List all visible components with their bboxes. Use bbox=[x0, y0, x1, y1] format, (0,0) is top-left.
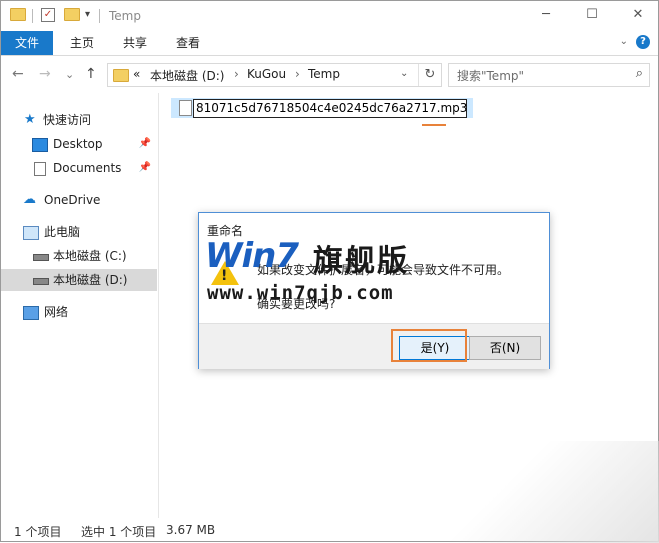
address-bar[interactable]: « 本地磁盘 (D:) › KuGou › Temp ⌄ ↻ bbox=[107, 63, 442, 87]
selected-size: 3.67 MB bbox=[166, 523, 216, 537]
nav-label: 本地磁盘 (C:) bbox=[53, 249, 127, 263]
rename-input[interactable]: 81071c5d76718504c4e0245dc76a2717.mp3 bbox=[193, 99, 467, 118]
tab-file[interactable]: 文件 bbox=[1, 31, 53, 55]
help-icon[interactable]: ? bbox=[636, 35, 650, 49]
navigation-bar: ← → ⌄ ↑ « 本地磁盘 (D:) › KuGou › Temp ⌄ ↻ 搜… bbox=[1, 56, 658, 92]
network-icon bbox=[23, 306, 39, 320]
tab-view[interactable]: 查看 bbox=[165, 31, 211, 55]
divider bbox=[32, 9, 33, 23]
nav-label: 本地磁盘 (D:) bbox=[53, 273, 128, 287]
nav-documents[interactable]: Documents 📌 bbox=[1, 157, 157, 179]
yes-button-highlight bbox=[391, 329, 467, 362]
ribbon-tabs: 文件 主页 共享 查看 ⌄ ? bbox=[1, 31, 658, 56]
up-arrow-icon[interactable]: ↑ bbox=[85, 66, 97, 82]
selected-count: 选中 1 个项目 bbox=[81, 525, 157, 539]
nav-label: 快速访问 bbox=[43, 113, 92, 127]
highlight-underline bbox=[422, 124, 446, 126]
new-folder-icon[interactable] bbox=[64, 8, 80, 21]
breadcrumb-separator[interactable]: › bbox=[234, 67, 239, 81]
quick-access-toolbar-dropdown[interactable]: ▾ bbox=[85, 9, 90, 20]
maximize-button[interactable]: ☐ bbox=[569, 1, 615, 31]
breadcrumb-kugou[interactable]: KuGou bbox=[247, 67, 286, 81]
refresh-icon[interactable]: ↻ bbox=[418, 64, 441, 86]
nav-this-pc[interactable]: 此电脑 bbox=[1, 221, 157, 243]
search-icon: ⌕ bbox=[635, 66, 643, 81]
address-dropdown-icon[interactable]: ⌄ bbox=[400, 68, 408, 79]
star-icon: ★ bbox=[24, 112, 36, 127]
nav-label: 网络 bbox=[44, 305, 69, 319]
search-box[interactable]: 搜索"Temp" ⌕ bbox=[448, 63, 650, 87]
navigation-pane: ★ 快速访问 Desktop 📌 Documents 📌 ☁ OneDrive … bbox=[1, 93, 159, 518]
window-title: Temp bbox=[109, 9, 141, 23]
minimize-button[interactable]: ─ bbox=[523, 1, 569, 31]
close-button[interactable]: ✕ bbox=[615, 1, 659, 31]
properties-icon[interactable]: ✓ bbox=[41, 8, 55, 22]
no-button[interactable]: 否(N) bbox=[469, 336, 541, 360]
nav-network[interactable]: 网络 bbox=[1, 301, 157, 323]
cloud-icon: ☁ bbox=[23, 192, 36, 207]
watermark-url: www.win7qjb.com bbox=[207, 282, 394, 304]
back-arrow-icon[interactable]: ← bbox=[12, 66, 24, 82]
nav-drive-d[interactable]: 本地磁盘 (D:) bbox=[1, 269, 157, 291]
file-list-item[interactable]: 81071c5d76718504c4e0245dc76a2717.mp3 bbox=[171, 98, 473, 118]
dialog-footer: 是(Y) 否(N) bbox=[199, 323, 549, 369]
nav-onedrive[interactable]: ☁ OneDrive bbox=[1, 189, 157, 211]
breadcrumb-separator[interactable]: › bbox=[295, 67, 300, 81]
tab-home[interactable]: 主页 bbox=[59, 31, 105, 55]
file-icon bbox=[179, 100, 192, 116]
nav-drive-c[interactable]: 本地磁盘 (C:) bbox=[1, 245, 157, 267]
ribbon-collapse-icon[interactable]: ⌄ bbox=[620, 36, 628, 47]
breadcrumb-overflow[interactable]: « bbox=[133, 67, 140, 81]
computer-icon bbox=[23, 226, 39, 240]
corner-shadow bbox=[406, 441, 659, 543]
nav-label: Documents bbox=[53, 161, 122, 175]
desktop-icon bbox=[32, 138, 48, 152]
drive-icon bbox=[33, 254, 49, 261]
recent-locations-icon[interactable]: ⌄ bbox=[65, 68, 74, 81]
breadcrumb-drive-d[interactable]: 本地磁盘 (D:) bbox=[150, 67, 224, 84]
folder-icon bbox=[10, 8, 26, 21]
drive-icon bbox=[33, 278, 49, 285]
watermark-logo: Win7 bbox=[205, 236, 299, 276]
nav-label: 此电脑 bbox=[44, 225, 81, 239]
nav-quick-access[interactable]: ★ 快速访问 bbox=[1, 109, 157, 131]
document-icon bbox=[34, 162, 46, 176]
nav-label: Desktop bbox=[53, 137, 103, 151]
tab-share[interactable]: 共享 bbox=[112, 31, 158, 55]
watermark-name: 旗舰版 bbox=[313, 244, 409, 279]
title-bar: ✓ ▾ Temp ─ ☐ ✕ bbox=[1, 1, 658, 31]
watermark: Win7 旗舰版 www.win7qjb.com bbox=[205, 236, 455, 306]
divider bbox=[99, 9, 100, 23]
nav-desktop[interactable]: Desktop 📌 bbox=[1, 133, 157, 155]
search-input[interactable]: 搜索"Temp" bbox=[457, 67, 524, 84]
pin-icon[interactable]: 📌 bbox=[139, 157, 151, 179]
nav-label: OneDrive bbox=[44, 193, 101, 207]
item-count: 1 个项目 bbox=[14, 525, 62, 539]
breadcrumb-temp[interactable]: Temp bbox=[308, 67, 340, 81]
forward-arrow-icon[interactable]: → bbox=[39, 66, 51, 82]
pin-icon[interactable]: 📌 bbox=[139, 133, 151, 155]
folder-icon bbox=[113, 69, 129, 82]
